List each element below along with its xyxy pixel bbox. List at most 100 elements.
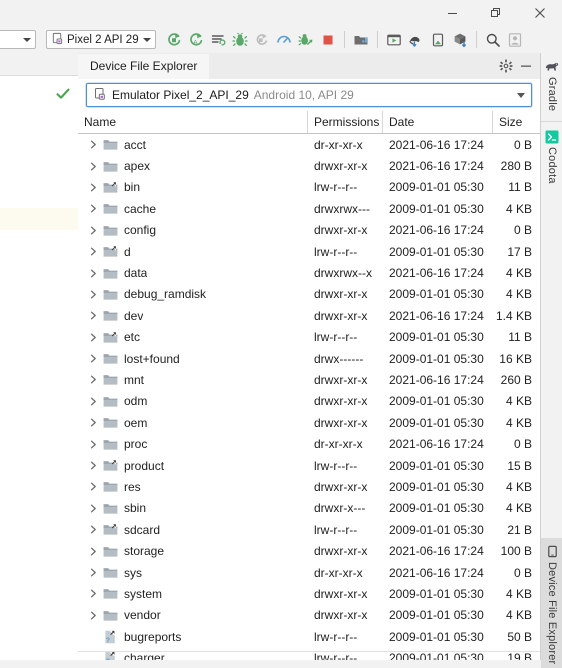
expand-chevron-icon[interactable] (86, 523, 100, 537)
cell-name[interactable]: mnt (78, 372, 308, 388)
module-selector[interactable]: app (0, 30, 36, 49)
device-dropdown[interactable]: Emulator Pixel_2_API_29 Android 10, API … (86, 83, 532, 107)
sync-gradle-button[interactable] (449, 29, 471, 51)
table-row[interactable]: lost+founddrwx------2009-01-01 05:3016 K… (78, 348, 540, 369)
minimize-window-button[interactable] (430, 0, 474, 26)
cell-name[interactable]: sdcard (78, 522, 308, 538)
expand-chevron-icon[interactable] (86, 608, 100, 622)
table-row[interactable]: debug_ramdiskdrwxr-xr-x2009-01-01 05:304… (78, 284, 540, 305)
table-row[interactable]: systemdrwxr-xr-x2009-01-01 05:304 KB (78, 583, 540, 604)
expand-chevron-icon[interactable] (86, 159, 100, 173)
table-row[interactable]: sdcardlrw-r--r--2009-01-01 05:3021 B (78, 519, 540, 540)
expand-chevron-icon[interactable] (86, 266, 100, 280)
expand-chevron-icon[interactable] (86, 180, 100, 194)
profiler-button[interactable] (273, 29, 295, 51)
apply-changes-button[interactable] (207, 29, 229, 51)
expand-chevron-icon[interactable] (86, 544, 100, 558)
cell-name[interactable]: sbin (78, 500, 308, 516)
expand-chevron-icon[interactable] (86, 352, 100, 366)
cell-name[interactable]: odm (78, 393, 308, 409)
table-row[interactable]: productlrw-r--r--2009-01-01 05:3015 B (78, 455, 540, 476)
table-row[interactable]: apexdrwxr-xr-x2021-06-16 17:24280 B (78, 155, 540, 176)
expand-chevron-icon[interactable] (86, 566, 100, 580)
expand-chevron-icon[interactable] (86, 202, 100, 216)
restore-window-button[interactable] (474, 0, 518, 26)
table-row[interactable]: binlrw-r--r--2009-01-01 05:3011 B (78, 177, 540, 198)
table-row[interactable]: sysdr-xr-xr-x2021-06-16 17:240 B (78, 562, 540, 583)
expand-chevron-icon[interactable] (86, 437, 100, 451)
column-header-date[interactable]: Date (383, 111, 493, 133)
table-row[interactable]: sbindrwxr-x---2009-01-01 05:304 KB (78, 498, 540, 519)
table-row[interactable]: ?bugreportslrw-r--r--2009-01-01 05:3050 … (78, 626, 540, 647)
editor-tab-strip[interactable] (0, 53, 78, 76)
table-row[interactable]: resdrwxr-xr-x2009-01-01 05:304 KB (78, 476, 540, 497)
debug-button[interactable] (229, 29, 251, 51)
table-row[interactable]: procdr-xr-xr-x2021-06-16 17:240 B (78, 433, 540, 454)
stop-button[interactable] (317, 29, 339, 51)
table-row[interactable]: etclrw-r--r--2009-01-01 05:3011 B (78, 327, 540, 348)
expand-chevron-icon[interactable] (86, 480, 100, 494)
avd-manager-button[interactable] (383, 29, 405, 51)
apply-code-changes-button[interactable] (295, 29, 317, 51)
column-header-permissions[interactable]: Permissions (308, 111, 383, 133)
table-row[interactable]: odmdrwxr-xr-x2009-01-01 05:304 KB (78, 391, 540, 412)
expand-chevron-icon[interactable] (86, 223, 100, 237)
expand-chevron-icon[interactable] (86, 459, 100, 473)
hide-tool-window-button[interactable] (517, 57, 535, 75)
cell-name[interactable]: d (78, 244, 308, 260)
account-button[interactable] (504, 29, 526, 51)
expand-chevron-icon[interactable] (86, 501, 100, 515)
search-everywhere-button[interactable] (482, 29, 504, 51)
table-row[interactable]: oemdrwxr-xr-x2009-01-01 05:304 KB (78, 412, 540, 433)
cell-name[interactable]: storage (78, 543, 308, 559)
expand-chevron-icon[interactable] (86, 394, 100, 408)
sdk-manager-button[interactable] (350, 29, 372, 51)
table-row[interactable]: configdrwxr-xr-x2021-06-16 17:240 B (78, 220, 540, 241)
expand-chevron-icon[interactable] (86, 309, 100, 323)
column-header-size[interactable]: Size (493, 111, 540, 133)
gear-icon[interactable] (497, 57, 515, 75)
table-row[interactable]: mntdrwxr-xr-x2021-06-16 17:24260 B (78, 369, 540, 390)
layout-inspector-button[interactable] (405, 29, 427, 51)
cell-name[interactable]: ?bugreports (78, 629, 308, 645)
cell-name[interactable]: lost+found (78, 351, 308, 367)
file-table-body[interactable]: acctdr-xr-xr-x2021-06-16 17:240 Bapexdrw… (78, 134, 540, 660)
sidebar-item-codota[interactable]: Codota (541, 125, 562, 188)
expand-chevron-icon[interactable] (86, 245, 100, 259)
run-with-coverage-button[interactable]: A (185, 29, 207, 51)
close-window-button[interactable] (518, 0, 562, 26)
table-row[interactable]: vendordrwxr-xr-x2009-01-01 05:304 KB (78, 605, 540, 626)
inspection-ok-checkmark-icon[interactable] (56, 87, 70, 104)
cell-name[interactable]: sys (78, 565, 308, 581)
sidebar-item-device-file-explorer[interactable]: Device File Explorer (541, 538, 562, 668)
cell-name[interactable]: config (78, 222, 308, 238)
table-row[interactable]: ?chargerlrw-r--r--2009-01-01 05:3019 B (78, 647, 540, 660)
table-row[interactable]: storagedrwxr-xr-x2021-06-16 17:24100 B (78, 540, 540, 561)
cell-name[interactable]: vendor (78, 607, 308, 623)
cell-name[interactable]: acct (78, 137, 308, 153)
expand-chevron-icon[interactable] (86, 373, 100, 387)
expand-chevron-icon[interactable] (86, 416, 100, 430)
column-header-name[interactable]: Name (78, 111, 308, 133)
expand-chevron-icon[interactable] (86, 287, 100, 301)
device-file-explorer-button[interactable] (427, 29, 449, 51)
table-row[interactable]: dlrw-r--r--2009-01-01 05:3017 B (78, 241, 540, 262)
table-row[interactable]: datadrwxrwx--x2021-06-16 17:244 KB (78, 262, 540, 283)
attach-debugger-button[interactable] (251, 29, 273, 51)
table-row[interactable]: acctdr-xr-xr-x2021-06-16 17:240 B (78, 134, 540, 155)
expand-chevron-icon[interactable] (86, 330, 100, 344)
cell-name[interactable]: proc (78, 436, 308, 452)
cell-name[interactable]: dev (78, 308, 308, 324)
cell-name[interactable]: etc (78, 329, 308, 345)
expand-chevron-icon[interactable] (86, 138, 100, 152)
table-row[interactable]: devdrwxr-xr-x2021-06-16 17:241.4 KB (78, 305, 540, 326)
device-selector[interactable]: Pixel 2 API 29 (46, 30, 156, 49)
cell-name[interactable]: system (78, 586, 308, 602)
sidebar-item-gradle[interactable]: Gradle (541, 55, 562, 115)
cell-name[interactable]: debug_ramdisk (78, 286, 308, 302)
cell-name[interactable]: oem (78, 415, 308, 431)
cell-name[interactable]: data (78, 265, 308, 281)
cell-name[interactable]: product (78, 458, 308, 474)
cell-name[interactable]: cache (78, 201, 308, 217)
table-row[interactable]: cachedrwxrwx---2009-01-01 05:304 KB (78, 198, 540, 219)
